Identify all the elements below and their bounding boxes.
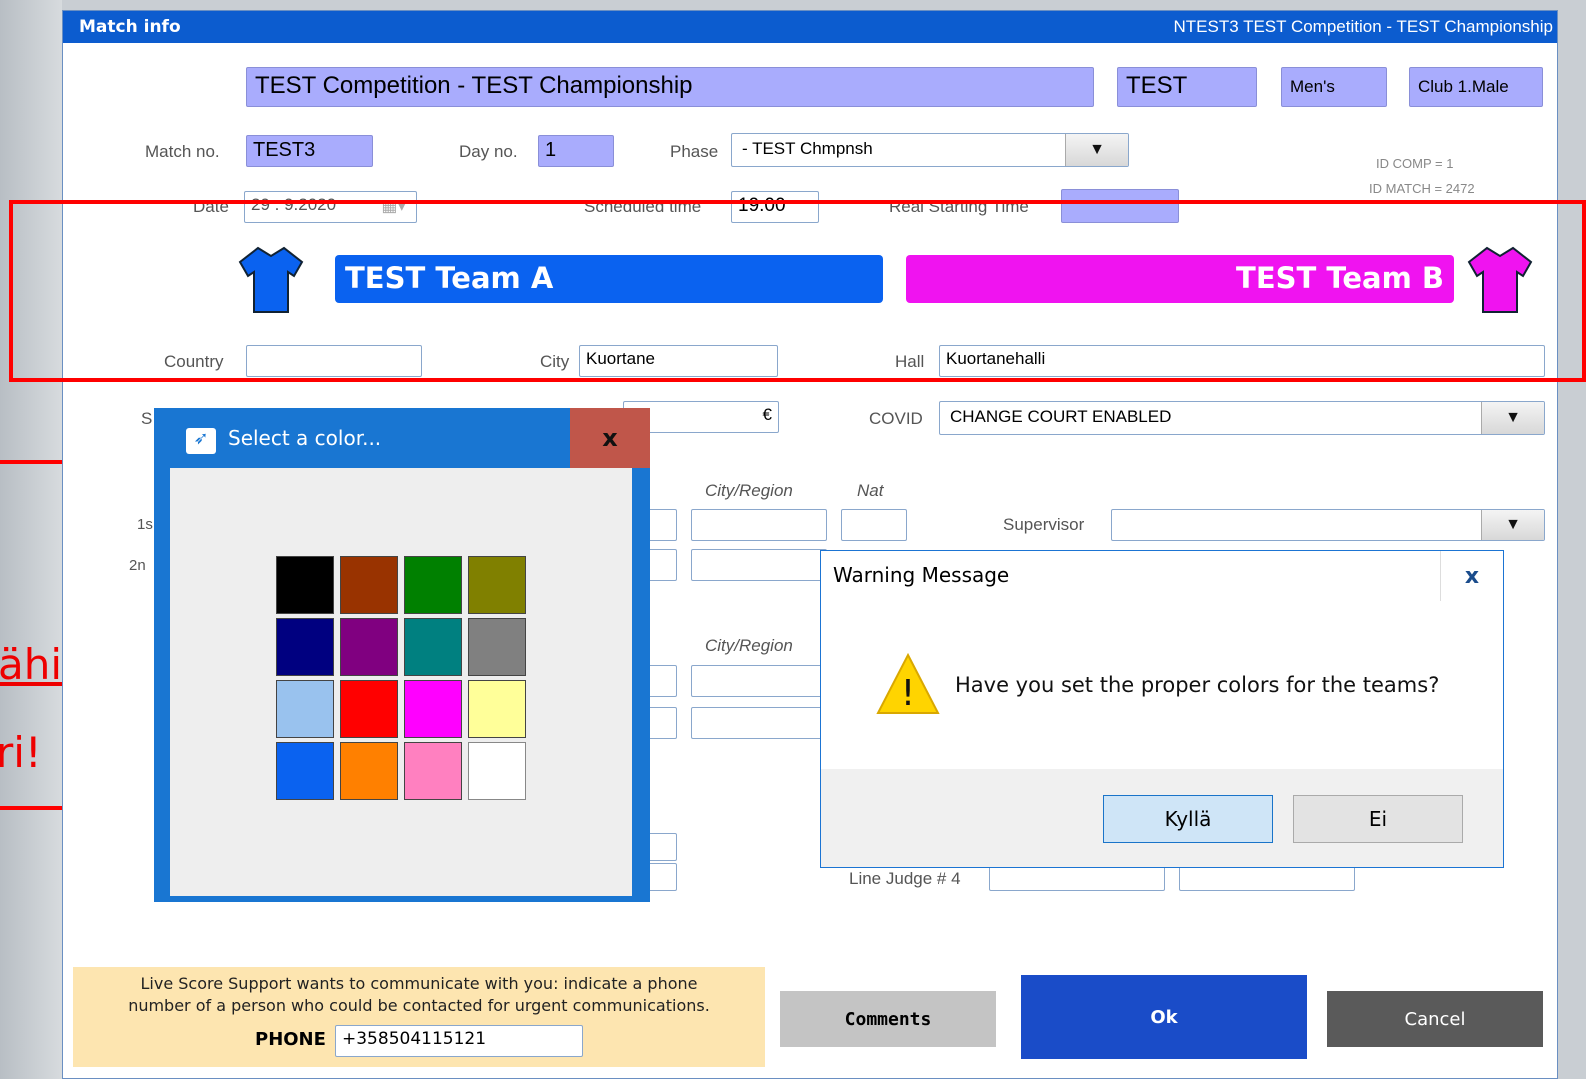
day-no-label: Day no.: [459, 142, 518, 161]
line-field-2-city[interactable]: [691, 707, 827, 739]
line-field-1-city[interactable]: [691, 665, 827, 697]
match-no-label: Match no.: [145, 142, 220, 161]
color-swatch[interactable]: [276, 556, 334, 614]
chevron-down-icon[interactable]: ▼: [1481, 510, 1544, 540]
warning-footer: Kyllä Ei: [821, 769, 1503, 867]
comments-button[interactable]: Comments: [780, 991, 996, 1047]
warning-title: Warning Message: [833, 563, 1010, 587]
phase-value: - TEST Chmpnsh: [742, 139, 873, 158]
live-score-text-2: number of a person who could be contacte…: [128, 996, 710, 1015]
color-swatch[interactable]: [340, 556, 398, 614]
color-grid: [276, 556, 530, 802]
teams-highlight-box: [9, 200, 1586, 382]
covid-label: COVID: [869, 409, 923, 428]
color-swatch[interactable]: [276, 742, 334, 800]
chevron-down-icon[interactable]: ▼: [1065, 134, 1128, 166]
competition-field[interactable]: TEST Competition - TEST Championship: [246, 67, 1094, 107]
window-title: Match info: [79, 17, 181, 37]
color-swatch[interactable]: [404, 618, 462, 676]
close-icon[interactable]: x: [1440, 551, 1503, 601]
city-region-header: City/Region: [705, 481, 793, 500]
city-region-header-2: City/Region: [705, 636, 793, 655]
supervisor-select[interactable]: ▼: [1111, 509, 1545, 541]
color-dialog-title: Select a color...: [228, 426, 382, 450]
match-no-field[interactable]: TEST3: [246, 135, 373, 167]
covid-select[interactable]: CHANGE COURT ENABLED ▼: [939, 401, 1545, 435]
select-color-dialog: ➶ Select a color... x: [154, 408, 650, 902]
svg-text:!: !: [901, 673, 915, 714]
warning-titlebar: Warning Message x: [821, 551, 1503, 601]
id-comp: ID COMP = 1: [1376, 156, 1454, 171]
first-referee-nat[interactable]: [841, 509, 907, 541]
color-swatch[interactable]: [404, 742, 462, 800]
color-swatch[interactable]: [468, 556, 526, 614]
color-picker-icon: ➶: [186, 428, 216, 454]
phase-select[interactable]: - TEST Chmpnsh ▼: [731, 133, 1129, 167]
color-swatch[interactable]: [340, 618, 398, 676]
color-swatch[interactable]: [340, 680, 398, 738]
euro-symbol: €: [762, 405, 772, 424]
live-score-text-1: Live Score Support wants to communicate …: [140, 974, 698, 993]
window-titlebar: Match info NTEST3 TEST Competition - TES…: [63, 11, 1557, 43]
color-grid-panel: [170, 468, 632, 896]
cancel-button[interactable]: Cancel: [1327, 991, 1543, 1047]
category-field[interactable]: Club 1.Male: [1409, 67, 1543, 107]
second-referee-city[interactable]: [691, 549, 827, 581]
warning-dialog: Warning Message x ! Have you set the pro…: [820, 550, 1504, 868]
side-annotation-line2: ri!: [0, 728, 42, 777]
warning-icon: !: [876, 652, 940, 714]
close-icon[interactable]: x: [570, 408, 650, 468]
color-swatch[interactable]: [404, 680, 462, 738]
phone-label: PHONE: [255, 1029, 326, 1050]
chevron-down-icon[interactable]: ▼: [1481, 402, 1544, 434]
first-referee-label: 1s: [137, 516, 153, 533]
second-referee-label: 2n: [129, 557, 146, 574]
color-swatch[interactable]: [468, 742, 526, 800]
first-referee-city[interactable]: [691, 509, 827, 541]
color-swatch[interactable]: [340, 742, 398, 800]
color-swatch[interactable]: [468, 618, 526, 676]
color-swatch[interactable]: [468, 680, 526, 738]
yes-button[interactable]: Kyllä: [1103, 795, 1273, 843]
phase-label: Phase: [670, 142, 719, 161]
line-judge-4-label: Line Judge # 4: [849, 869, 961, 888]
color-swatch[interactable]: [404, 556, 462, 614]
window-title-right: NTEST3 TEST Competition - TEST Champions…: [1173, 17, 1553, 36]
no-button[interactable]: Ei: [1293, 795, 1463, 843]
ok-button[interactable]: Ok: [1021, 975, 1307, 1059]
nat-header: Nat: [857, 481, 884, 500]
color-swatch[interactable]: [276, 618, 334, 676]
code-field[interactable]: TEST: [1117, 67, 1257, 107]
supervisor-label: Supervisor: [1003, 515, 1085, 534]
color-swatch[interactable]: [276, 680, 334, 738]
gender-field[interactable]: Men's: [1281, 67, 1387, 107]
id-match: ID MATCH = 2472: [1369, 181, 1475, 196]
phone-field[interactable]: +358504115121: [335, 1025, 583, 1057]
warning-message: Have you set the proper colors for the t…: [955, 673, 1440, 697]
s-label: S: [141, 409, 153, 428]
day-no-field[interactable]: 1: [538, 135, 614, 167]
covid-value: CHANGE COURT ENABLED: [950, 407, 1172, 426]
